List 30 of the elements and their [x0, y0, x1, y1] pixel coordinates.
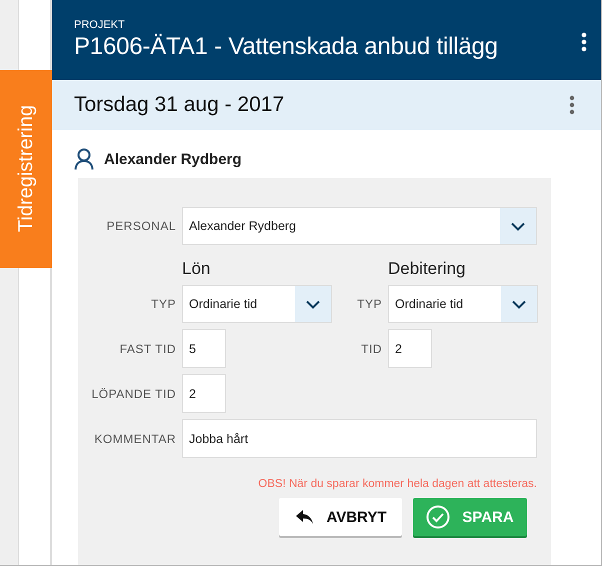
check-circle-icon: [426, 505, 450, 529]
chevron-down-icon: [306, 300, 320, 308]
section-heading: Lön: [182, 258, 210, 279]
field-label: TYP: [150, 297, 176, 311]
field-label: FAST TID: [118, 342, 176, 356]
more-menu-icon[interactable]: [569, 95, 575, 115]
hours-input[interactable]: 5: [182, 329, 226, 368]
field-label: TID: [360, 342, 382, 356]
more-menu-icon[interactable]: [581, 32, 587, 52]
chevron-down-icon: [512, 300, 526, 308]
personal-select[interactable]: Alexander Rydberg: [182, 207, 537, 245]
type-select[interactable]: Ordinarie tid: [182, 285, 332, 323]
user-icon: [74, 148, 94, 170]
hours-input[interactable]: 2: [388, 329, 432, 368]
reply-arrow-icon: [294, 509, 314, 525]
warning-text: OBS! När du sparar kommer hela dagen att attesteras.: [257, 478, 537, 490]
comment-input[interactable]: Jobba hårt: [182, 419, 537, 458]
cancel-button[interactable]: AVBRYT: [279, 498, 402, 536]
date-title: Torsdag 31 aug - 2017: [74, 93, 284, 117]
type-select[interactable]: Ordinarie tid: [388, 285, 538, 323]
field-label: TYP: [356, 297, 382, 311]
section-heading: Debitering: [388, 258, 466, 279]
hours-input[interactable]: 2: [182, 374, 226, 413]
chevron-down-icon: [511, 222, 525, 230]
person-name: Alexander Rydberg: [104, 150, 242, 168]
header-overline: PROJEKT: [74, 19, 126, 32]
field-label: PERSONAL: [106, 219, 176, 233]
field-label: KOMMENTAR: [93, 432, 176, 446]
field-label: LÖPANDE TID: [90, 386, 176, 400]
project-title: P1606-ÄTA1 - Vattenskada anbud tillägg: [74, 32, 498, 62]
